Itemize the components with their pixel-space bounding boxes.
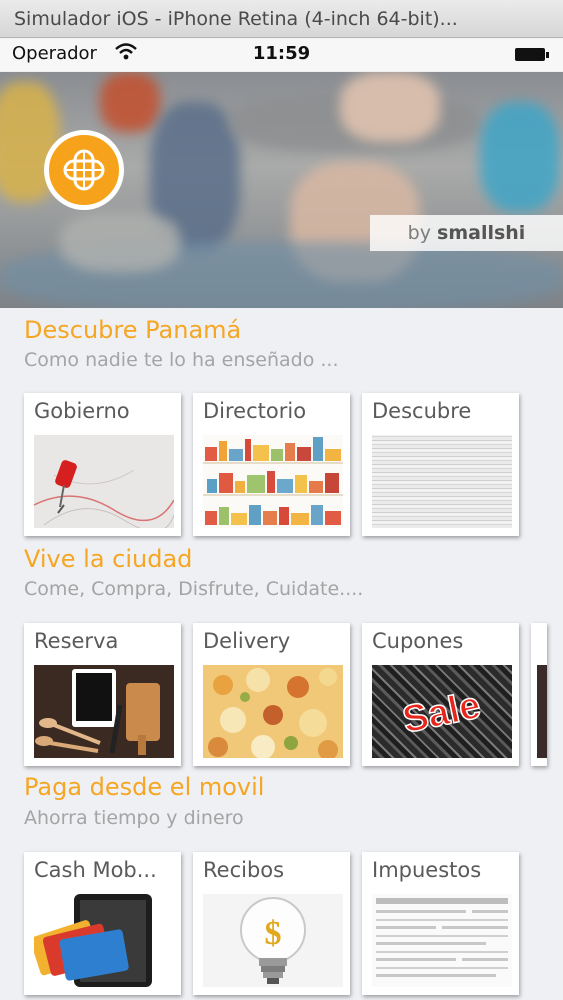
window-title: Simulador iOS - iPhone Retina (4-inch 64… <box>14 8 458 30</box>
map-pin-thumbnail <box>34 435 174 528</box>
sale-text: Sale <box>399 684 484 741</box>
section-subtitle-descubre: Como nadie te lo ha enseñado ... <box>24 349 339 371</box>
card-delivery[interactable]: Delivery <box>193 623 350 766</box>
card-impuestos[interactable]: Impuestos <box>362 852 519 995</box>
section-title-vive: Vive la ciudad <box>24 545 193 573</box>
tax-form-thumbnail <box>372 894 512 987</box>
brand-byline: by smallshi <box>370 215 563 251</box>
simulator-title-bar: Simulador iOS - iPhone Retina (4-inch 64… <box>0 0 563 38</box>
card-cupones[interactable]: Cupones Sale <box>362 623 519 766</box>
card-label: Directorio <box>203 399 307 423</box>
section-title-descubre: Descubre Panamá <box>24 316 242 344</box>
card-label: Delivery <box>203 629 291 653</box>
hero-banner: by smallshi <box>0 72 563 308</box>
section-title-paga: Paga desde el movil <box>24 773 265 801</box>
card-cash-mobile[interactable]: Cash Mob... <box>24 852 181 995</box>
card-label: Descubre <box>372 399 472 423</box>
app-logo-icon <box>44 130 124 210</box>
byline-prefix: by <box>407 222 438 244</box>
card-label: Reserva <box>34 629 119 653</box>
clock: 11:59 <box>252 43 311 64</box>
map-pin-icon <box>34 460 174 528</box>
card-reserva[interactable]: Reserva <box>24 623 181 766</box>
section-subtitle-paga: Ahorra tiempo y dinero <box>24 807 244 829</box>
city-landmarks-thumbnail <box>203 435 343 528</box>
status-bar: Operador 11:59 <box>0 39 563 71</box>
section-subtitle-vive: Come, Compra, Disfrute, Cuidate.... <box>24 578 364 600</box>
card-recibos[interactable]: Recibos $ <box>193 852 350 995</box>
card-label: Cash Mob... <box>34 858 157 882</box>
byline-brand: smallshi <box>437 222 526 244</box>
partial-thumbnail <box>537 665 547 758</box>
card-label: Cupones <box>372 629 464 653</box>
lightbulb-thumbnail: $ <box>203 894 343 987</box>
sale-thumbnail: Sale <box>372 665 512 758</box>
card-descubre[interactable]: Descubre <box>362 393 519 536</box>
dollar-sign: $ <box>265 915 282 952</box>
credit-cards-thumbnail <box>34 894 174 987</box>
kitchen-tools-thumbnail <box>34 665 174 758</box>
card-gobierno[interactable]: Gobierno <box>24 393 181 536</box>
card-label: Gobierno <box>34 399 130 423</box>
card-partial-next[interactable] <box>531 623 547 766</box>
word-cloud-thumbnail <box>372 435 512 528</box>
card-directorio[interactable]: Directorio <box>193 393 350 536</box>
pizza-thumbnail <box>203 665 343 758</box>
battery-icon <box>515 48 549 61</box>
card-label: Impuestos <box>372 858 482 882</box>
card-label: Recibos <box>203 858 285 882</box>
